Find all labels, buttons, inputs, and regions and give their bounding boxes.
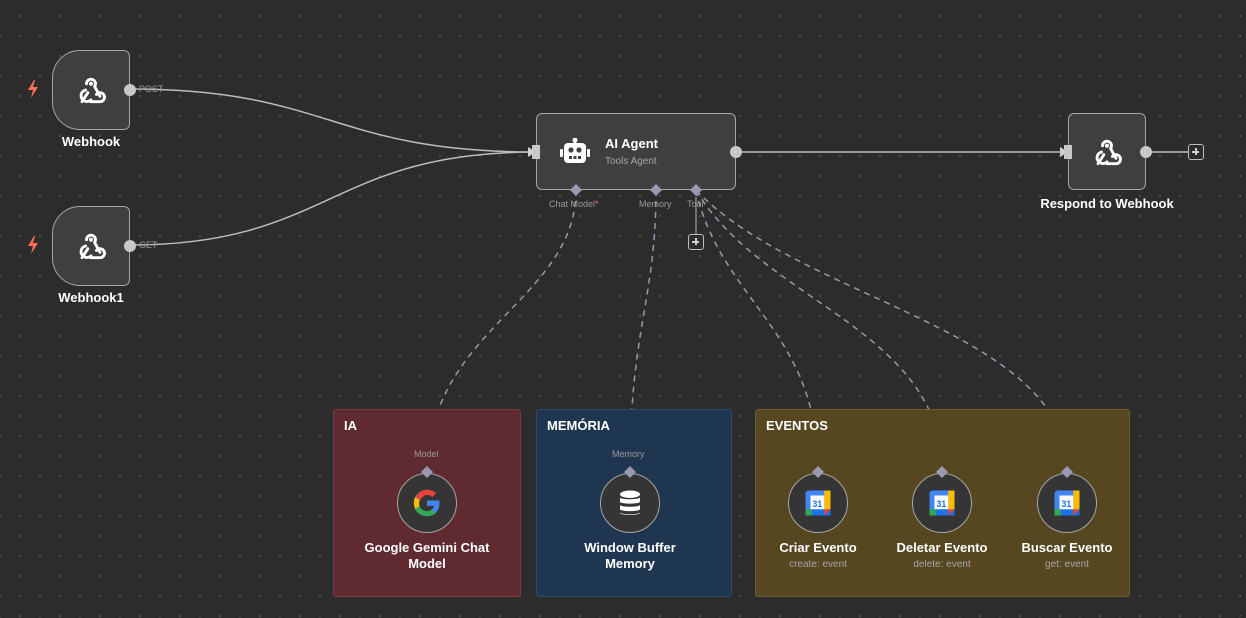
buscar-evento-node[interactable]: 31 (1037, 473, 1097, 533)
calendar-day-text: 31 (813, 499, 823, 509)
connection-webhook-to-agent (129, 88, 537, 153)
trigger-bolt-icon (28, 236, 38, 254)
ai-agent-node[interactable]: AI Agent Tools Agent (536, 113, 736, 190)
webhook1-node-label: Webhook1 (58, 290, 124, 305)
gemini-label-line1: Google Gemini Chat (364, 540, 490, 555)
webhook-icon (1089, 134, 1125, 170)
ai-agent-memory-handle[interactable] (650, 184, 662, 196)
ai-agent-title: AI Agent (605, 136, 658, 151)
add-tool-button[interactable] (688, 234, 704, 250)
webhook1-node[interactable] (52, 206, 130, 286)
deletar-node-subtitle: delete: event (913, 559, 971, 570)
buffer-node-label: Window Buffer Memory (550, 540, 710, 572)
window-buffer-memory-node[interactable] (600, 473, 660, 533)
add-node-button[interactable] (1188, 144, 1204, 160)
gemini-input-handle[interactable] (421, 466, 433, 478)
webhook1-port-get: GET (139, 240, 158, 250)
deletar-evento-node[interactable]: 31 (912, 473, 972, 533)
ai-agent-chat-model-handle[interactable] (570, 184, 582, 196)
sticky-title-eventos: EVENTOS (766, 418, 828, 433)
buscar-node-label: Buscar Evento (1021, 540, 1113, 555)
gemini-node[interactable] (397, 473, 457, 533)
connection-webhook1-to-agent (129, 151, 537, 246)
buffer-input-handle[interactable] (624, 466, 636, 478)
gemini-port-model: Model (414, 449, 439, 459)
google-icon (413, 489, 440, 517)
google-calendar-icon: 31 (927, 488, 957, 518)
buscar-input-handle[interactable] (1061, 466, 1073, 478)
ai-agent-output-handle[interactable] (729, 145, 743, 159)
ai-agent-tool-handle[interactable] (690, 184, 702, 196)
buscar-node-subtitle: get: event (1045, 559, 1089, 570)
buffer-label-line1: Window Buffer (584, 540, 676, 555)
sticky-title-ia: IA (344, 418, 357, 433)
respond-output-handle[interactable] (1139, 145, 1153, 159)
ai-agent-subtitle: Tools Agent (605, 156, 657, 167)
database-icon (620, 490, 640, 515)
calendar-day-text: 31 (1062, 499, 1072, 509)
criar-node-label: Criar Evento (779, 540, 857, 555)
calendar-day-text: 31 (937, 499, 947, 509)
webhook-output-handle[interactable] (123, 83, 137, 97)
webhook-node-label: Webhook (61, 134, 121, 149)
sticky-title-memoria: MEMÓRIA (547, 418, 610, 433)
gemini-label-line2: Model (408, 556, 446, 571)
criar-node-subtitle: create: event (789, 559, 847, 570)
respond-input-handle[interactable] (1064, 145, 1072, 159)
webhook-port-post: POST (139, 84, 164, 94)
deletar-input-handle[interactable] (936, 466, 948, 478)
respond-node-label: Respond to Webhook (1040, 196, 1174, 211)
ai-agent-input-handle[interactable] (532, 145, 540, 159)
webhook-node[interactable] (52, 50, 130, 130)
buffer-label-line2: Memory (605, 556, 655, 571)
buffer-port-memory: Memory (612, 449, 645, 459)
google-calendar-icon: 31 (1052, 488, 1082, 518)
criar-input-handle[interactable] (812, 466, 824, 478)
gemini-node-label: Google Gemini Chat Model (347, 540, 507, 572)
webhook1-output-handle[interactable] (123, 239, 137, 253)
criar-evento-node[interactable]: 31 (788, 473, 848, 533)
required-mark: * (595, 199, 599, 209)
ai-agent-port-chat-model: Chat Model* (549, 199, 599, 209)
trigger-bolt-icon (28, 80, 38, 98)
chat-model-port-label: Chat Model (549, 199, 596, 209)
ai-agent-port-memory: Memory (639, 199, 672, 209)
webhook-icon (73, 72, 109, 108)
ai-agent-port-tool: Tool (687, 199, 704, 209)
google-calendar-icon: 31 (803, 488, 833, 518)
respond-to-webhook-node[interactable] (1068, 113, 1146, 190)
robot-icon (560, 138, 590, 163)
deletar-node-label: Deletar Evento (896, 540, 988, 555)
webhook-icon (73, 228, 109, 264)
